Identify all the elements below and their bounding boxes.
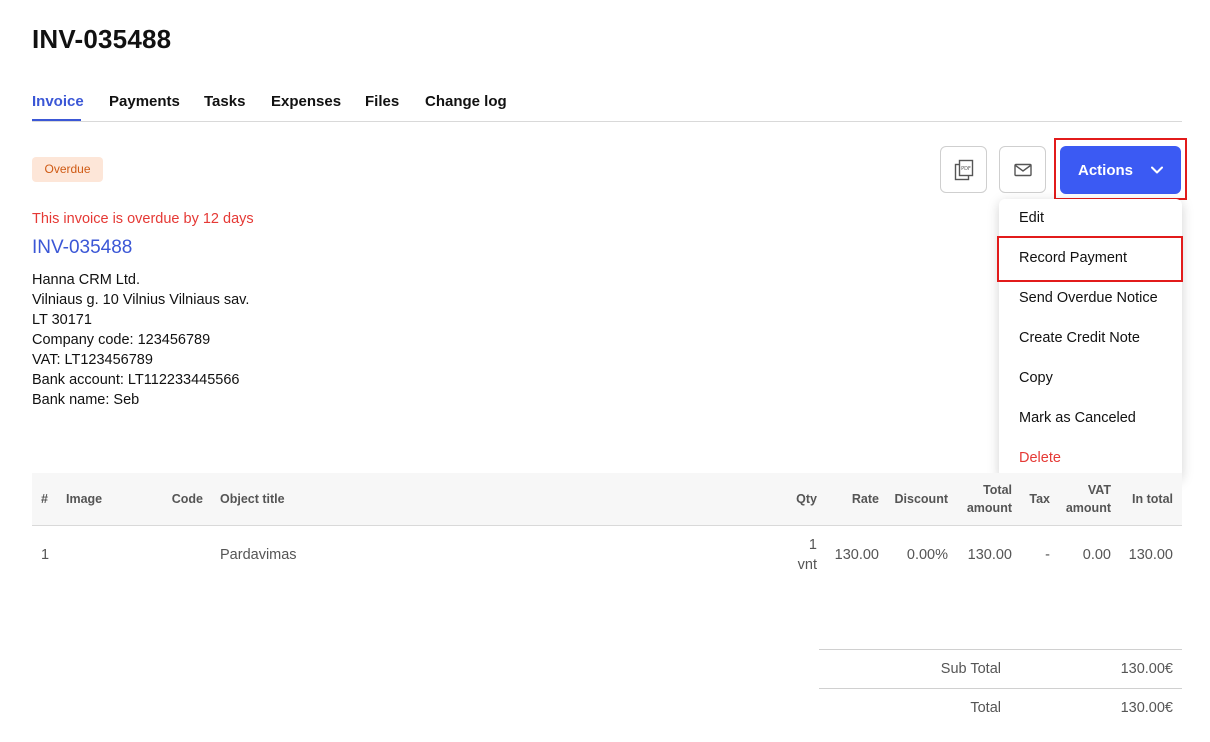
header-discount: Discount [894,492,948,506]
subtotal-value: 130.00€ [1120,661,1173,677]
menu-item-record-payment[interactable]: Record Payment [1019,250,1127,266]
cell-tax: - [1045,547,1050,563]
menu-item-send-overdue-notice[interactable]: Send Overdue Notice [1019,290,1158,306]
invoice-number-link[interactable]: INV-035488 [32,237,132,259]
overdue-message: This invoice is overdue by 12 days [32,211,254,227]
cell-object-title: Pardavimas [220,547,297,563]
pdf-icon: PDF [954,159,973,180]
header-image: Image [66,492,103,506]
header-rate: Rate [851,492,879,506]
status-badge: Overdue [32,157,103,182]
active-tab-indicator [32,119,81,121]
tab-invoice[interactable]: Invoice [32,93,84,110]
table-header: # Image Code Object title Qty Rate Disco… [32,473,1182,526]
actions-label: Actions [1077,161,1133,179]
tab-files[interactable]: Files [365,93,399,110]
menu-item-create-credit-note[interactable]: Create Credit Note [1019,330,1140,346]
svg-text:PDF: PDF [961,166,971,172]
invoice-items-table: # Image Code Object title Qty Rate Disco… [32,473,1182,586]
cell-vat-amount: 0.00 [1082,547,1111,563]
actions-button[interactable]: Actions [1060,146,1181,194]
company-bank-account: Bank account: LT112233445566 [32,372,240,388]
company-details: Hanna CRM Ltd. Vilniaus g. 10 Vilnius Vi… [32,270,249,410]
menu-item-edit[interactable]: Edit [1019,210,1044,226]
header-code: Code [171,492,203,506]
cell-rate: 130.00 [834,547,879,563]
subtotal-label: Sub Total [940,661,1001,677]
company-postal-code: LT 30171 [32,312,92,328]
cell-in-total: 130.00 [1128,547,1173,563]
pdf-button[interactable]: PDF [940,146,987,193]
actions-dropdown-menu: Edit Record Payment Send Overdue Notice … [999,199,1182,478]
header-total-amount: Total amount [966,483,1012,515]
tab-bar: Invoice Payments Tasks Expenses Files Ch… [32,86,1182,122]
menu-item-mark-as-canceled[interactable]: Mark as Canceled [1019,410,1136,426]
header-tax: Tax [1029,492,1050,506]
menu-item-copy[interactable]: Copy [1019,370,1053,386]
page-title: INV-035488 [32,24,172,54]
subtotal-row: Sub Total 130.00€ [819,649,1182,688]
header-vat-amount: VAT amount [1065,483,1111,515]
tab-payments[interactable]: Payments [109,93,180,110]
mail-icon [1013,163,1032,176]
header-qty: Qty [796,492,817,506]
company-address: Vilniaus g. 10 Vilnius Vilniaus sav. [32,292,250,308]
tab-expenses[interactable]: Expenses [271,93,341,110]
tab-change-log[interactable]: Change log [425,93,507,110]
header-number: # [41,492,48,506]
totals-summary: Sub Total 130.00€ Total 130.00€ [819,649,1182,727]
cell-qty: 1 vnt [797,537,817,573]
cell-number: 1 [41,547,50,563]
total-row: Total 130.00€ [819,688,1182,727]
chevron-down-icon [1151,166,1163,174]
menu-item-delete[interactable]: Delete [1019,450,1061,466]
header-in-total: In total [1132,492,1173,506]
company-code: Company code: 123456789 [32,332,211,348]
company-name: Hanna CRM Ltd. [32,272,140,288]
cell-discount: 0.00% [906,547,948,563]
header-object-title: Object title [220,492,285,506]
tab-tasks[interactable]: Tasks [204,93,245,110]
email-button[interactable] [999,146,1046,193]
total-label: Total [970,700,1001,716]
total-value: 130.00€ [1120,700,1173,716]
cell-total-amount: 130.00 [967,547,1012,563]
company-vat: VAT: LT123456789 [32,352,153,368]
company-bank-name: Bank name: Seb [32,392,140,408]
table-row: 1 Pardavimas 1 vnt 130.00 0.00% 130.00 - … [32,526,1182,586]
